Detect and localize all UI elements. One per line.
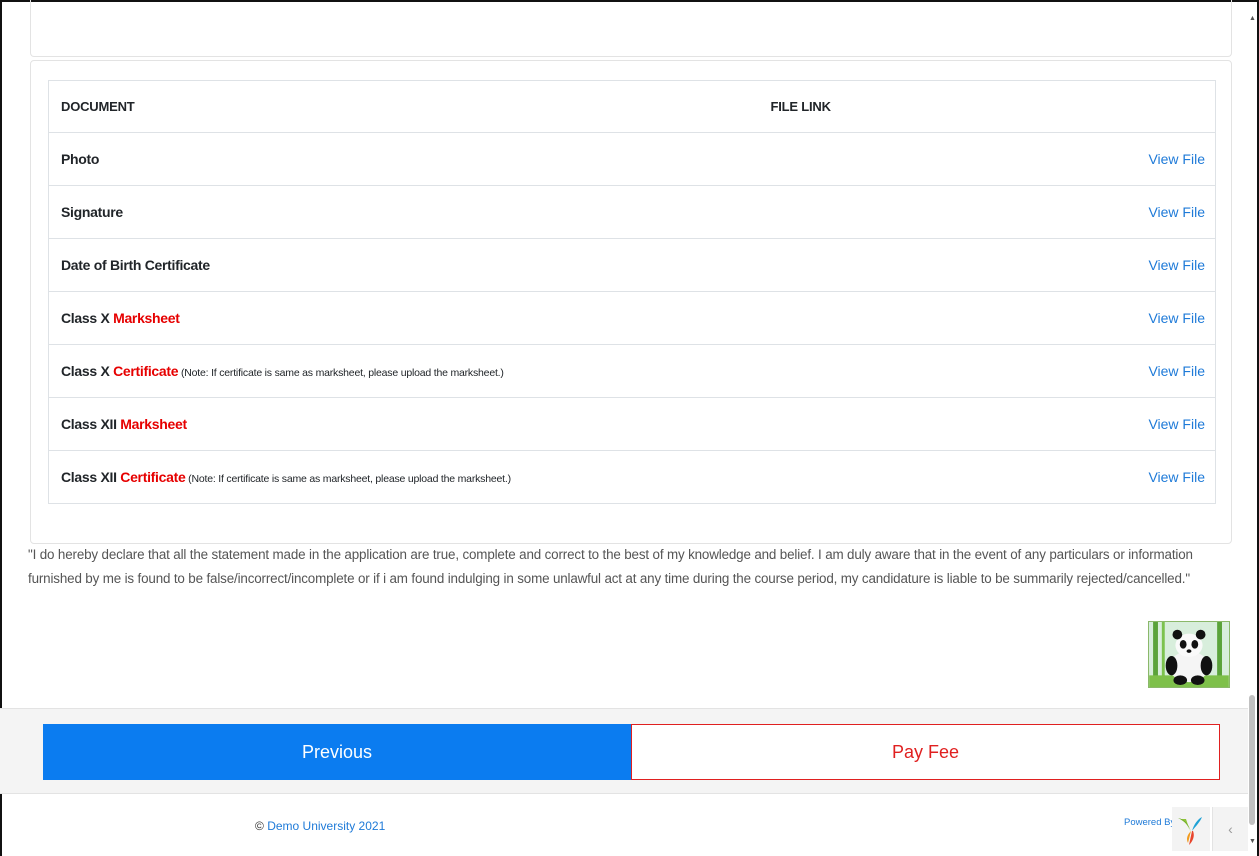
table-row: Date of Birth Certificate View File [48, 238, 1216, 292]
vertical-scrollbar[interactable]: ▲ ▼ [1248, 15, 1257, 845]
scroll-up-arrow-icon[interactable]: ▲ [1249, 15, 1256, 22]
chevron-left-icon[interactable]: ‹ [1212, 807, 1248, 851]
view-file-link[interactable]: View File [1148, 469, 1205, 485]
document-type-highlight: Marksheet [120, 416, 187, 432]
column-header-file-link: FILE LINK [770, 99, 832, 114]
university-link[interactable]: Demo University 2021 [267, 819, 385, 833]
previous-button[interactable]: Previous [43, 724, 631, 780]
view-file-link[interactable]: View File [1148, 363, 1205, 379]
table-row: Signature View File [48, 185, 1216, 239]
signature-image [1148, 621, 1230, 688]
column-header-document: DOCUMENT [61, 99, 135, 114]
table-row: Photo View File [48, 132, 1216, 186]
document-name: Date of Birth Certificate [61, 257, 210, 273]
documents-card: DOCUMENT FILE LINK Photo View File Signatu… [30, 60, 1232, 544]
pay-fee-button[interactable]: Pay Fee [631, 724, 1220, 780]
previous-section-card [30, 0, 1232, 57]
view-file-link[interactable]: View File [1148, 204, 1205, 220]
scroll-down-arrow-icon[interactable]: ▼ [1249, 838, 1256, 845]
footer: © Demo University 2021 Powered By ‹ [0, 795, 1248, 856]
file-link-cell: View File [758, 397, 1216, 451]
view-file-link[interactable]: View File [1148, 151, 1205, 167]
document-name-cell: Class X Marksheet [48, 291, 759, 345]
view-file-link[interactable]: View File [1148, 416, 1205, 432]
view-file-link[interactable]: View File [1148, 257, 1205, 273]
document-name-cell: Date of Birth Certificate [48, 238, 759, 292]
scrollbar-thumb[interactable] [1249, 695, 1255, 825]
file-link-cell: View File [758, 132, 1216, 186]
table-row: Class XII Marksheet View File [48, 397, 1216, 451]
copyright: © Demo University 2021 [255, 819, 385, 833]
document-name: Class X [61, 310, 114, 326]
action-bar: Previous Pay Fee [0, 708, 1248, 794]
declaration-text: "I do hereby declare that all the statem… [28, 547, 1193, 586]
documents-table: DOCUMENT FILE LINK Photo View File Signatu… [48, 80, 1216, 504]
file-link-cell: View File [758, 238, 1216, 292]
table-header-row: DOCUMENT FILE LINK [49, 81, 1216, 133]
file-link-cell: View File [758, 291, 1216, 345]
yii-logo-icon[interactable] [1172, 807, 1210, 851]
view-file-link[interactable]: View File [1148, 310, 1205, 326]
document-name-cell: Photo [48, 132, 759, 186]
document-note: (Note: If certificate is same as markshe… [185, 473, 511, 485]
document-name: Signature [61, 204, 123, 220]
file-link-cell: View File [758, 185, 1216, 239]
panda-photo-icon [1149, 622, 1229, 687]
table-row: Class X Marksheet View File [48, 291, 1216, 345]
document-type-highlight: Marksheet [113, 310, 180, 326]
document-name-cell: Class XII Marksheet [48, 397, 759, 451]
document-type-highlight: Certificate [113, 363, 179, 379]
document-note: (Note: If certificate is same as markshe… [178, 367, 504, 379]
document-type-highlight: Certificate [120, 469, 186, 485]
document-name-cell: Class X Certificate (Note: If certificat… [48, 344, 759, 398]
document-name: Class XII [61, 416, 121, 432]
file-link-cell: View File [758, 344, 1216, 398]
file-link-cell: View File [758, 450, 1216, 504]
table-row: Class X Certificate (Note: If certificat… [48, 344, 1216, 398]
document-name: Class XII [61, 469, 121, 485]
powered-by-label: Powered By [1124, 817, 1176, 828]
document-name: Class X [61, 363, 114, 379]
copyright-symbol: © [255, 819, 264, 833]
table-row: Class XII Certificate (Note: If certific… [48, 450, 1216, 504]
document-name-cell: Signature [48, 185, 759, 239]
document-name: Photo [61, 151, 100, 167]
document-name-cell: Class XII Certificate (Note: If certific… [48, 450, 759, 504]
